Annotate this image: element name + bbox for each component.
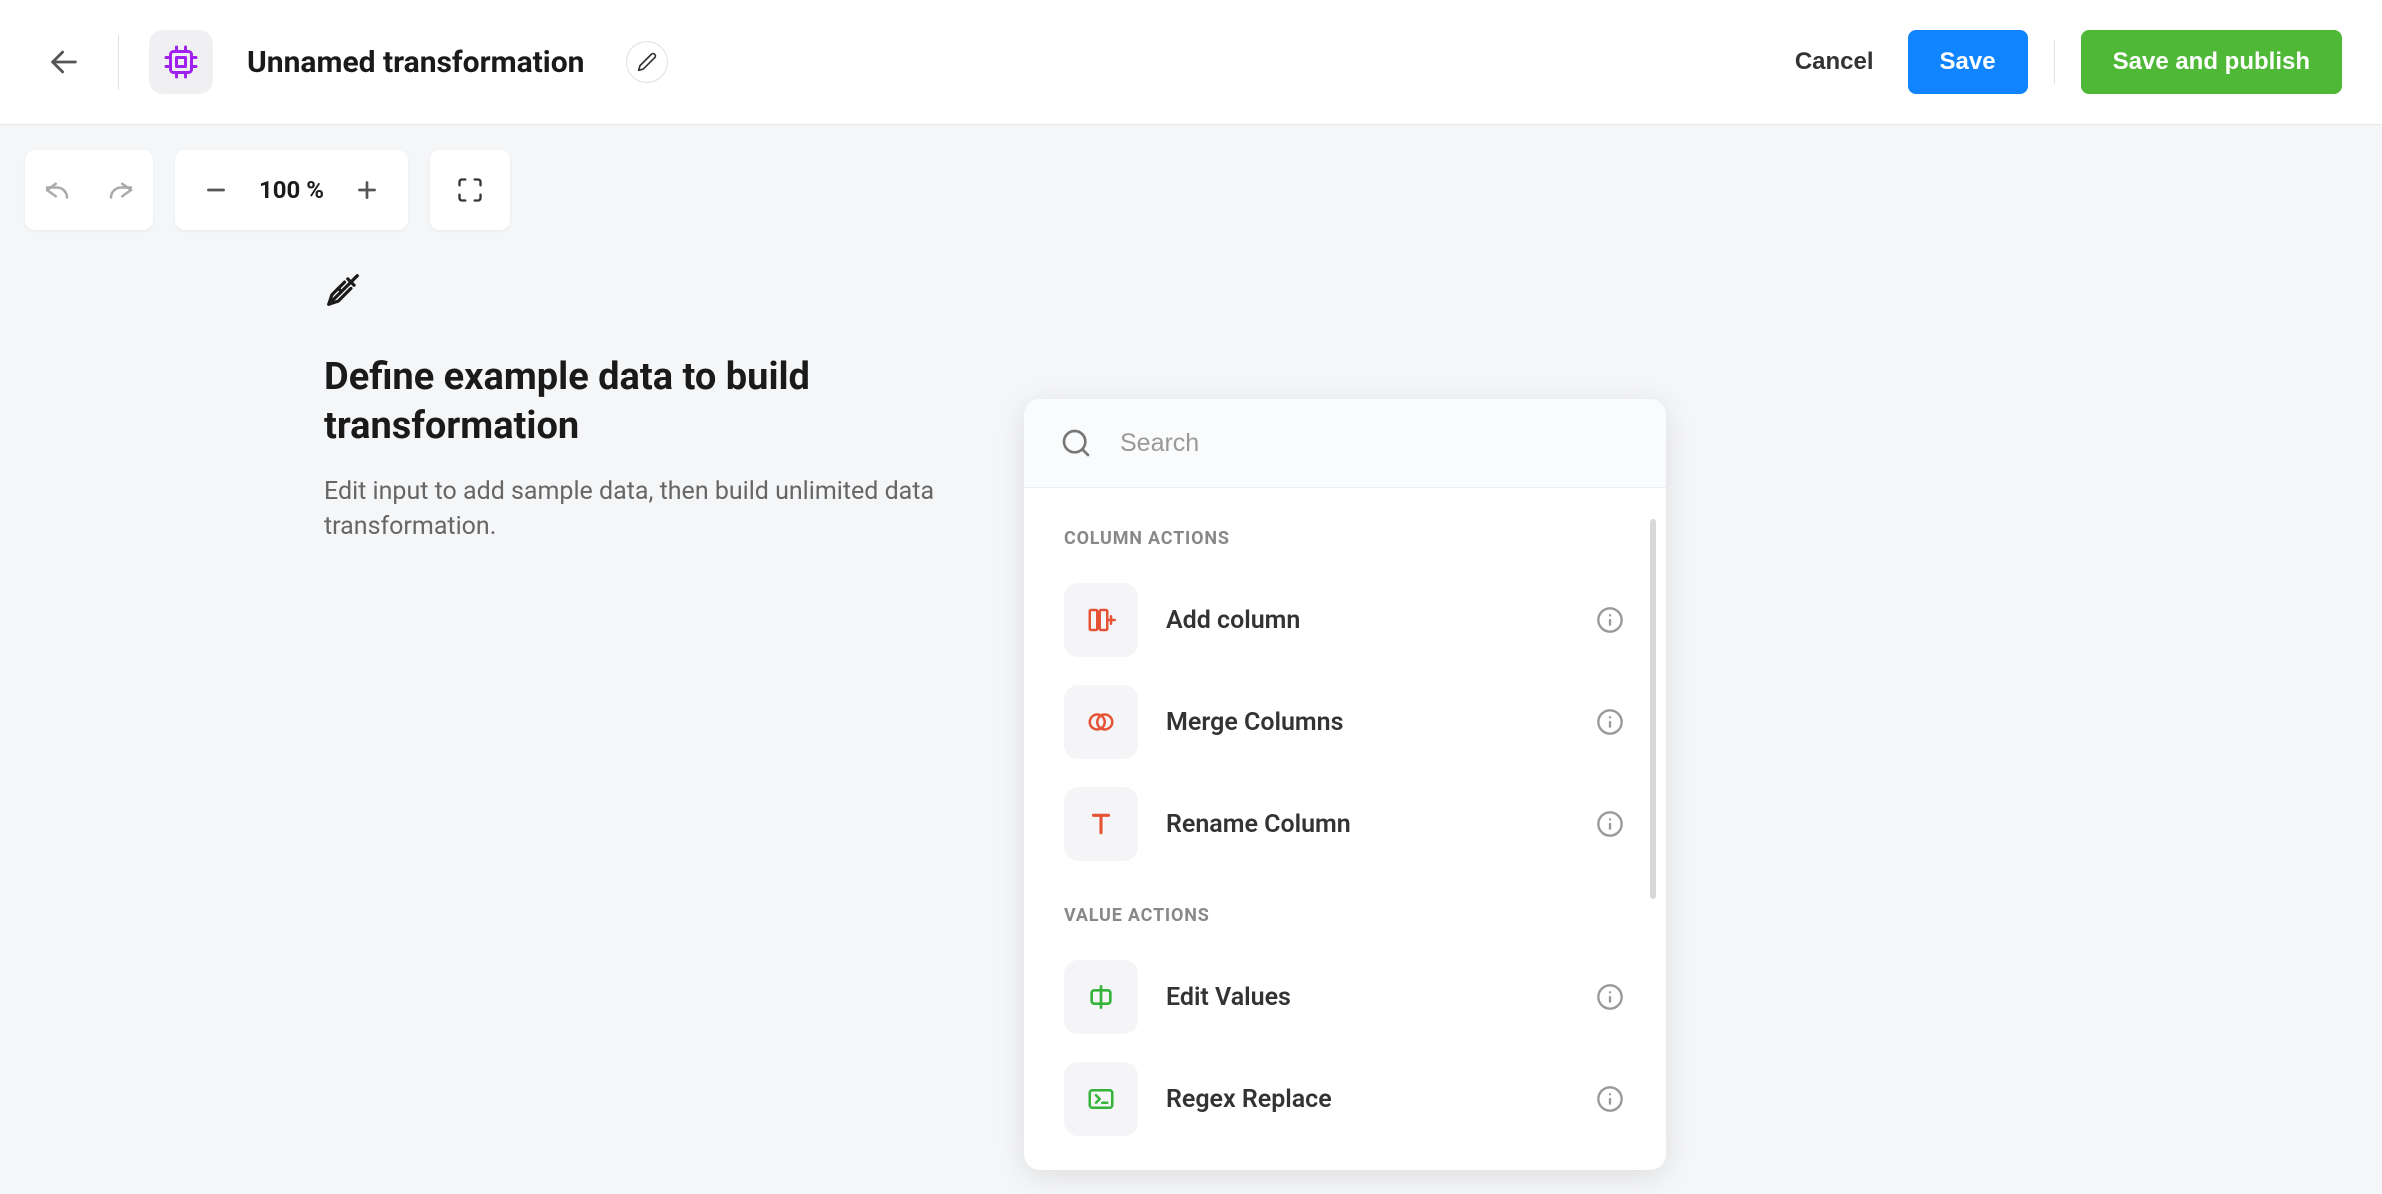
content-block: Define example data to build transformat… [324,271,944,544]
back-button[interactable] [40,38,88,86]
undo-redo-group [25,150,153,230]
action-label: Rename Column [1166,810,1566,839]
info-button[interactable] [1594,706,1626,738]
action-add-column[interactable]: Add column [1024,569,1666,671]
edit-values-icon [1064,960,1138,1034]
search-input[interactable] [1120,429,1630,458]
action-label: Add column [1166,606,1566,635]
minus-icon [203,177,229,203]
regex-replace-icon [1064,1062,1138,1136]
action-edit-values[interactable]: Edit Values [1024,946,1666,1048]
divider [2054,40,2055,84]
pencil-icon [637,52,657,72]
actions-panel: COLUMN ACTIONS Add column Merge Columns [1024,399,1666,1170]
cancel-button[interactable]: Cancel [1787,34,1882,90]
header: Unnamed transformation Cancel Save Save … [0,0,2382,125]
info-button[interactable] [1594,981,1626,1013]
action-regex-replace[interactable]: Regex Replace [1024,1048,1666,1150]
header-left: Unnamed transformation [40,30,668,94]
chip-icon [163,44,199,80]
info-icon [1596,708,1624,736]
redo-button[interactable] [89,150,153,230]
info-icon [1596,810,1624,838]
content-heading: Define example data to build transformat… [324,353,944,452]
scrollbar-thumb[interactable] [1650,519,1656,899]
info-button[interactable] [1594,604,1626,636]
zoom-level: 100 % [241,176,342,204]
ruler-pencil-icon [324,271,944,313]
fullscreen-button[interactable] [430,150,510,230]
search-icon [1060,427,1092,459]
arrow-left-icon [47,45,81,79]
redo-icon [106,175,136,205]
action-label: Merge Columns [1166,708,1566,737]
edit-title-button[interactable] [626,41,668,83]
zoom-group: 100 % [175,150,408,230]
add-column-icon [1064,583,1138,657]
info-button[interactable] [1594,808,1626,840]
save-and-publish-button[interactable]: Save and publish [2081,30,2342,94]
save-button[interactable]: Save [1908,30,2028,94]
section-label-value-actions: VALUE ACTIONS [1024,875,1666,946]
divider [118,35,119,90]
maximize-icon [456,176,484,204]
action-label: Edit Values [1166,983,1566,1012]
page-title: Unnamed transformation [247,45,584,80]
scrollbar[interactable] [1650,519,1656,1079]
info-icon [1596,606,1624,634]
info-button[interactable] [1594,1083,1626,1115]
search-row [1024,399,1666,488]
plus-icon [354,177,380,203]
action-label: Regex Replace [1166,1085,1566,1114]
canvas-toolbar: 100 % [25,150,510,230]
section-label-column-actions: COLUMN ACTIONS [1024,498,1666,569]
merge-columns-icon [1064,685,1138,759]
undo-button[interactable] [25,150,89,230]
canvas-area: 100 % Define example data to build trans… [0,125,2382,1194]
info-icon [1596,983,1624,1011]
fullscreen-group [430,150,510,230]
rename-column-icon [1064,787,1138,861]
action-merge-columns[interactable]: Merge Columns [1024,671,1666,773]
panel-body: COLUMN ACTIONS Add column Merge Columns [1024,488,1666,1170]
header-right: Cancel Save Save and publish [1787,30,2342,94]
content-description: Edit input to add sample data, then buil… [324,474,944,544]
undo-icon [42,175,72,205]
zoom-in-button[interactable] [342,150,392,230]
info-icon [1596,1085,1624,1113]
action-rename-column[interactable]: Rename Column [1024,773,1666,875]
app-icon-box [149,30,213,94]
zoom-out-button[interactable] [191,150,241,230]
